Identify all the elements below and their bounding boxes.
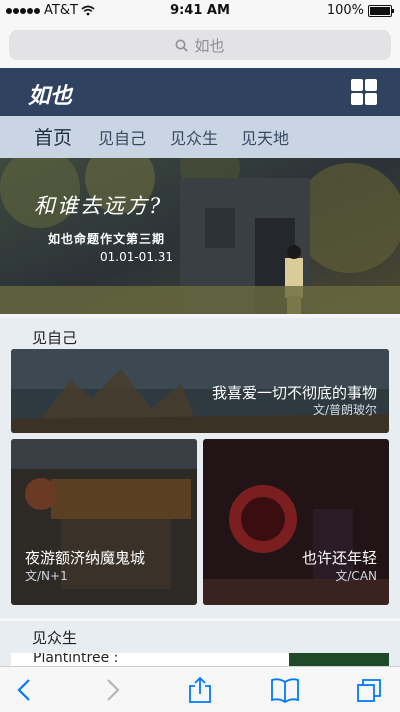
battery-icon <box>368 4 394 17</box>
article-title: 我喜爱一切不彻底的事物 <box>211 384 377 402</box>
search-icon <box>175 39 189 52</box>
section-see-people: 见众生 Plantintree : <box>0 621 400 666</box>
hero-dates: 01.01-01.31 <box>100 250 174 264</box>
search-field[interactable]: 如也 <box>9 30 391 60</box>
status-bar: AT&T 9:41 AM 100% <box>0 0 400 22</box>
article-card-1[interactable]: 我喜爱一切不彻底的事物 文/普朗玻尔 <box>11 349 389 433</box>
preview-text: Plantintree : <box>33 653 119 666</box>
bookmarks-button[interactable] <box>270 677 300 704</box>
browser-address-bar: 如也 <box>0 22 400 68</box>
tabs-button[interactable] <box>355 677 385 703</box>
preview-image <box>289 653 389 666</box>
share-button[interactable] <box>185 676 215 703</box>
tab-see-self[interactable]: 见自己 <box>98 125 146 149</box>
app-logo[interactable]: 如也 <box>28 78 72 110</box>
article-preview-card[interactable]: Plantintree : <box>11 653 389 666</box>
search-text: 如也 <box>194 36 225 55</box>
battery-percent: 100% <box>326 3 364 18</box>
article-card-3[interactable]: 也许还年轻 文/CAN <box>203 439 389 605</box>
article-title: 夜游额济纳魔鬼城 <box>25 549 146 567</box>
grid-icon <box>351 79 363 91</box>
article-title: 也许还年轻 <box>301 549 377 567</box>
forward-button[interactable] <box>97 677 127 703</box>
hero-title: 和谁去远方? <box>34 194 163 218</box>
article-author: 文/普朗玻尔 <box>312 403 377 417</box>
article-author: 文/N+1 <box>25 569 68 583</box>
app-header: 如也 <box>0 68 400 116</box>
chevron-left-icon <box>17 679 30 701</box>
tab-see-world[interactable]: 见天地 <box>241 125 289 149</box>
article-author: 文/CAN <box>335 569 377 583</box>
share-icon <box>189 676 211 703</box>
grid-menu-button[interactable] <box>351 79 377 105</box>
section-title: 见自己 <box>32 329 78 347</box>
tab-see-people[interactable]: 见众生 <box>170 125 218 149</box>
category-tabs: 首页 见自己 见众生 见天地 <box>0 116 400 158</box>
hero-subtitle: 如也命题作文第三期 <box>48 232 166 246</box>
section-see-self: 见自己 我喜爱一切不彻底的事物 文/普朗玻尔 夜游额济纳魔鬼城 文/N+1 也许… <box>0 318 400 618</box>
browser-toolbar <box>0 666 400 712</box>
tab-home[interactable]: 首页 <box>34 123 72 150</box>
article-card-2[interactable]: 夜游额济纳魔鬼城 文/N+1 <box>11 439 197 605</box>
section-title: 见众生 <box>32 629 78 647</box>
book-icon <box>271 678 299 704</box>
hero-banner[interactable]: 和谁去远方? 如也命题作文第三期 01.01-01.31 <box>0 158 400 314</box>
tabs-icon <box>357 679 381 702</box>
chevron-right-icon <box>107 679 120 701</box>
back-button[interactable] <box>10 677 40 703</box>
